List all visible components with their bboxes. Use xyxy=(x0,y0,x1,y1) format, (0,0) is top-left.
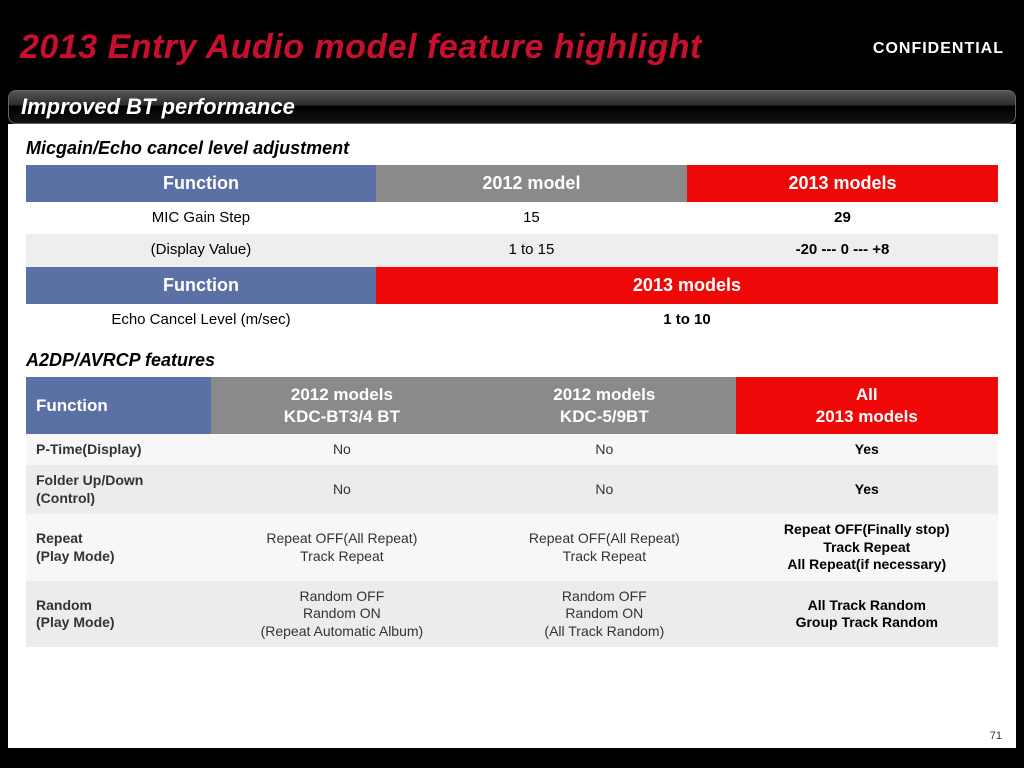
cell: Repeat OFF(All Repeat)Track Repeat xyxy=(473,514,735,581)
cell: No xyxy=(211,434,473,466)
page-number: 71 xyxy=(990,730,1002,742)
t2-hdr-function: Function xyxy=(26,377,211,434)
table-row: (Display Value) 1 to 15 -20 --- 0 --- +8 xyxy=(26,234,998,267)
cell: 29 xyxy=(687,202,998,235)
cell: Yes xyxy=(736,434,998,466)
cell: 1 to 10 xyxy=(376,304,998,337)
t2-hdr-2012b: 2012 modelsKDC-5/9BT xyxy=(473,377,735,434)
cell: Folder Up/Down(Control) xyxy=(26,465,211,514)
cell: No xyxy=(473,434,735,466)
cell: Echo Cancel Level (m/sec) xyxy=(26,304,376,337)
table-row: Random(Play Mode) Random OFFRandom ON(Re… xyxy=(26,581,998,648)
t1b-hdr-2013: 2013 models xyxy=(376,267,998,304)
t1-hdr-function: Function xyxy=(26,165,376,202)
cell: MIC Gain Step xyxy=(26,202,376,235)
slide-body: Micgain/Echo cancel level adjustment Fun… xyxy=(8,124,1016,748)
t2-hdr-2013: All2013 models xyxy=(736,377,998,434)
t1b-hdr-function: Function xyxy=(26,267,376,304)
cell: All Track RandomGroup Track Random xyxy=(736,581,998,648)
cell: No xyxy=(473,465,735,514)
section2-heading: A2DP/AVRCP features xyxy=(26,350,998,371)
table-row: P-Time(Display) No No Yes xyxy=(26,434,998,466)
slide: 2013 Entry Audio model feature highlight… xyxy=(0,0,1024,768)
micgain-table: Function 2012 model 2013 models MIC Gain… xyxy=(26,165,998,336)
t2-hdr-2012a: 2012 modelsKDC-BT3/4 BT xyxy=(211,377,473,434)
slide-title: 2013 Entry Audio model feature highlight xyxy=(20,28,702,67)
cell: Repeat OFF(All Repeat)Track Repeat xyxy=(211,514,473,581)
section1-heading: Micgain/Echo cancel level adjustment xyxy=(26,138,998,159)
t1-hdr-2012: 2012 model xyxy=(376,165,687,202)
cell: Repeat OFF(Finally stop)Track RepeatAll … xyxy=(736,514,998,581)
table-row: MIC Gain Step 15 29 xyxy=(26,202,998,235)
a2dp-table: Function 2012 modelsKDC-BT3/4 BT 2012 mo… xyxy=(26,377,998,647)
cell: Repeat(Play Mode) xyxy=(26,514,211,581)
cell: (Display Value) xyxy=(26,234,376,267)
t1-hdr-2013: 2013 models xyxy=(687,165,998,202)
cell: Yes xyxy=(736,465,998,514)
cell: No xyxy=(211,465,473,514)
table-row: Echo Cancel Level (m/sec) 1 to 10 xyxy=(26,304,998,337)
cell: Random(Play Mode) xyxy=(26,581,211,648)
cell: 1 to 15 xyxy=(376,234,687,267)
subtitle-bar: Improved BT performance xyxy=(8,90,1016,124)
confidential-label: CONFIDENTIAL xyxy=(873,40,1004,58)
table-row: Repeat(Play Mode) Repeat OFF(All Repeat)… xyxy=(26,514,998,581)
cell: P-Time(Display) xyxy=(26,434,211,466)
cell: 15 xyxy=(376,202,687,235)
cell: -20 --- 0 --- +8 xyxy=(687,234,998,267)
cell: Random OFFRandom ON(Repeat Automatic Alb… xyxy=(211,581,473,648)
cell: Random OFFRandom ON(All Track Random) xyxy=(473,581,735,648)
table-row: Folder Up/Down(Control) No No Yes xyxy=(26,465,998,514)
